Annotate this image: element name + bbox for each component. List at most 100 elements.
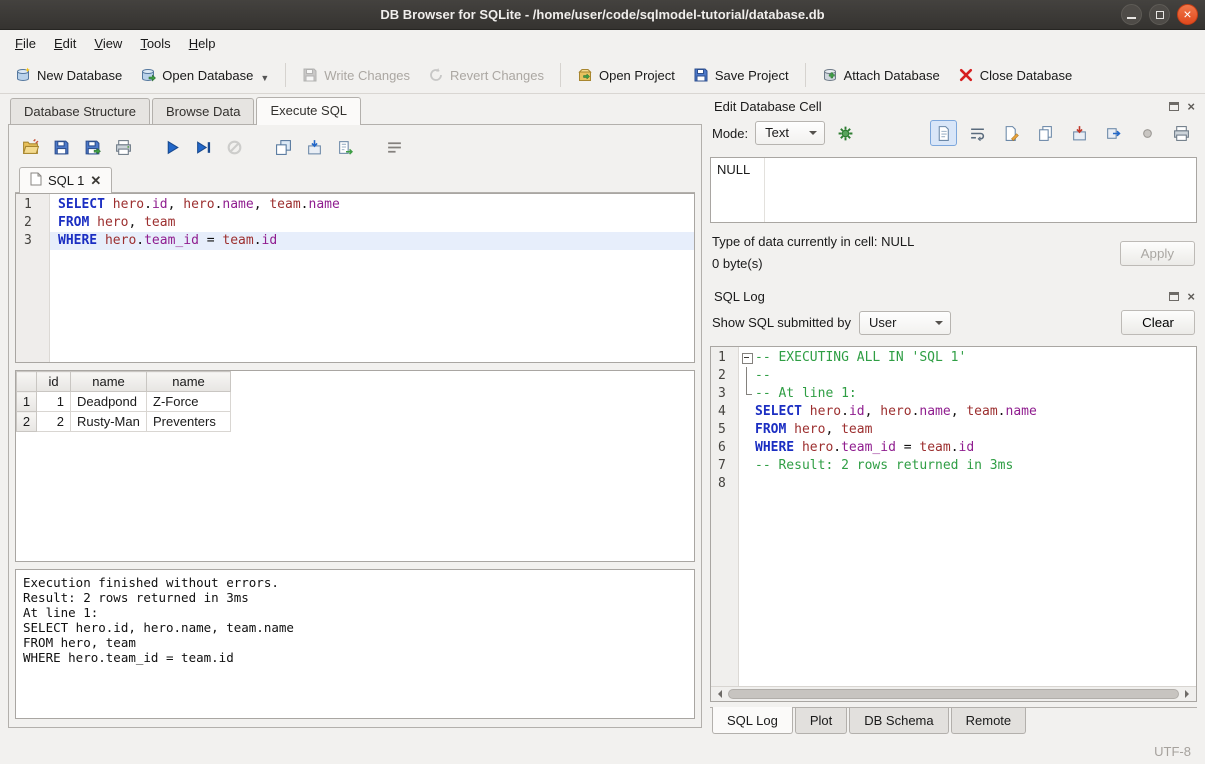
word-wrap-button[interactable]: [381, 134, 408, 160]
sql-token: hero: [97, 215, 128, 230]
grid-cell[interactable]: Z-Force: [147, 392, 231, 412]
row-header[interactable]: 2: [17, 412, 37, 432]
grid-cell[interactable]: Deadpond: [71, 392, 147, 412]
sql-tab-label: SQL 1: [48, 173, 84, 188]
execute-all-button[interactable]: [159, 134, 186, 160]
print-icon: [115, 139, 132, 156]
edit-cell-title: Edit Database Cell: [714, 99, 822, 114]
tab-remote[interactable]: Remote: [951, 708, 1027, 734]
attach-database-button[interactable]: Attach Database: [813, 62, 949, 88]
close-panel-icon[interactable]: ×: [1187, 100, 1195, 113]
open-sql-file-button[interactable]: [17, 134, 44, 160]
close-sql-tab-icon[interactable]: ✕: [90, 173, 101, 189]
print-button[interactable]: [110, 134, 137, 160]
code-line[interactable]: WHERE hero.team_id = team.id: [50, 232, 694, 250]
tab-db-schema[interactable]: DB Schema: [849, 708, 948, 734]
cell-settings-button[interactable]: [832, 120, 859, 146]
sql-token: SELECT: [58, 197, 105, 212]
menu-edit[interactable]: Edit: [45, 32, 85, 55]
import-sql-button[interactable]: [301, 134, 328, 160]
minimize-button[interactable]: [1121, 4, 1142, 25]
text-mode-button[interactable]: [930, 120, 957, 146]
open-project-button[interactable]: Open Project: [568, 62, 684, 88]
attach-database-icon: [822, 67, 838, 83]
sql-token: .: [833, 440, 841, 455]
submitted-by-combobox[interactable]: User: [859, 311, 951, 335]
save-project-button[interactable]: Save Project: [684, 62, 798, 88]
sql-editor[interactable]: 123 SELECT hero.id, hero.name, team.name…: [15, 193, 695, 363]
column-header[interactable]: id: [37, 372, 71, 392]
set-null-button[interactable]: [1134, 120, 1161, 146]
sql-token: -- At line 1:: [755, 386, 857, 401]
float-panel-icon[interactable]: [1169, 292, 1179, 301]
tab-plot[interactable]: Plot: [795, 708, 847, 734]
export-cell-data-button[interactable]: [1100, 120, 1127, 146]
cell-word-wrap-button[interactable]: [964, 120, 991, 146]
row-header[interactable]: 1: [17, 392, 37, 412]
grid-cell[interactable]: Rusty-Man: [71, 412, 147, 432]
print-cell-button[interactable]: [1168, 120, 1195, 146]
float-panel-icon[interactable]: [1169, 102, 1179, 111]
edit-in-external-app-button[interactable]: [998, 120, 1025, 146]
grid-cell[interactable]: 2: [37, 412, 71, 432]
save-sql-file-button[interactable]: [48, 134, 75, 160]
execute-sql-panel: SQL 1 ✕ 123 SELECT hero.id, hero.name, t…: [8, 125, 702, 728]
open-database-button[interactable]: Open Database ▼: [131, 62, 278, 88]
left-pane: Database Structure Browse Data Execute S…: [8, 97, 702, 728]
editor-code-area[interactable]: SELECT hero.id, hero.name, team.nameFROM…: [50, 194, 694, 362]
scroll-right-button[interactable]: [1180, 687, 1196, 701]
sql-token: SELECT: [755, 404, 802, 419]
menu-help[interactable]: Help: [180, 32, 225, 55]
tab-database-structure[interactable]: Database Structure: [10, 98, 150, 124]
close-database-button[interactable]: Close Database: [949, 62, 1082, 88]
main-toolbar: New Database Open Database ▼ Write Chang…: [0, 57, 1205, 94]
sql-token: [89, 215, 97, 230]
close-panel-icon[interactable]: ×: [1187, 290, 1195, 303]
import-cell-data-button[interactable]: [1066, 120, 1093, 146]
code-line[interactable]: FROM hero, team: [50, 214, 694, 232]
close-button[interactable]: ×: [1177, 4, 1198, 25]
open-database-dropdown-arrow[interactable]: ▼: [260, 73, 269, 83]
menu-file[interactable]: File: [6, 32, 45, 55]
tab-browse-data[interactable]: Browse Data: [152, 98, 254, 124]
sql-token: hero: [183, 197, 214, 212]
import-sql-icon: [306, 139, 323, 156]
encoding-indicator[interactable]: UTF-8: [1154, 744, 1191, 759]
clear-log-button[interactable]: Clear: [1121, 310, 1195, 335]
log-content[interactable]: -- EXECUTING ALL IN 'SQL 1'---- At line …: [739, 347, 1196, 686]
menu-view[interactable]: View: [85, 32, 131, 55]
log-line: -- At line 1:: [739, 385, 1196, 403]
export-sql-button[interactable]: [332, 134, 359, 160]
fold-toggle-icon[interactable]: [739, 349, 755, 367]
sql-document-tab[interactable]: SQL 1 ✕: [19, 167, 112, 193]
execute-all-icon: [164, 139, 181, 156]
scroll-left-button[interactable]: [711, 687, 727, 701]
execute-current-line-button[interactable]: [190, 134, 217, 160]
scrollbar-thumb[interactable]: [728, 689, 1179, 699]
maximize-button[interactable]: [1149, 4, 1170, 25]
copy-cell-button[interactable]: [1032, 120, 1059, 146]
mode-combobox[interactable]: Text: [755, 121, 825, 145]
code-line[interactable]: SELECT hero.id, hero.name, team.name: [50, 196, 694, 214]
column-header[interactable]: name: [147, 372, 231, 392]
tab-sql-log[interactable]: SQL Log: [712, 707, 793, 734]
grid-cell[interactable]: Preventers: [147, 412, 231, 432]
column-header[interactable]: name: [71, 372, 147, 392]
sql-token: .: [254, 233, 262, 248]
window-controls: ×: [1121, 4, 1198, 25]
mode-label: Mode:: [712, 126, 748, 141]
grid-cell[interactable]: 1: [37, 392, 71, 412]
grid-corner[interactable]: [17, 372, 37, 392]
copy-icon: [1037, 125, 1054, 142]
menu-tools[interactable]: Tools: [131, 32, 179, 55]
close-database-icon: [958, 67, 974, 83]
open-query-new-tab-button[interactable]: [270, 134, 297, 160]
new-database-button[interactable]: New Database: [6, 62, 131, 88]
save-sql-file-as-button[interactable]: [79, 134, 106, 160]
table-row: 11DeadpondZ-Force: [17, 392, 231, 412]
stop-execution-button: [221, 134, 248, 160]
cell-value-editor[interactable]: NULL: [710, 157, 1197, 223]
line-number: 1: [718, 349, 738, 367]
tab-execute-sql[interactable]: Execute SQL: [256, 97, 361, 125]
line-number: 5: [718, 421, 738, 439]
